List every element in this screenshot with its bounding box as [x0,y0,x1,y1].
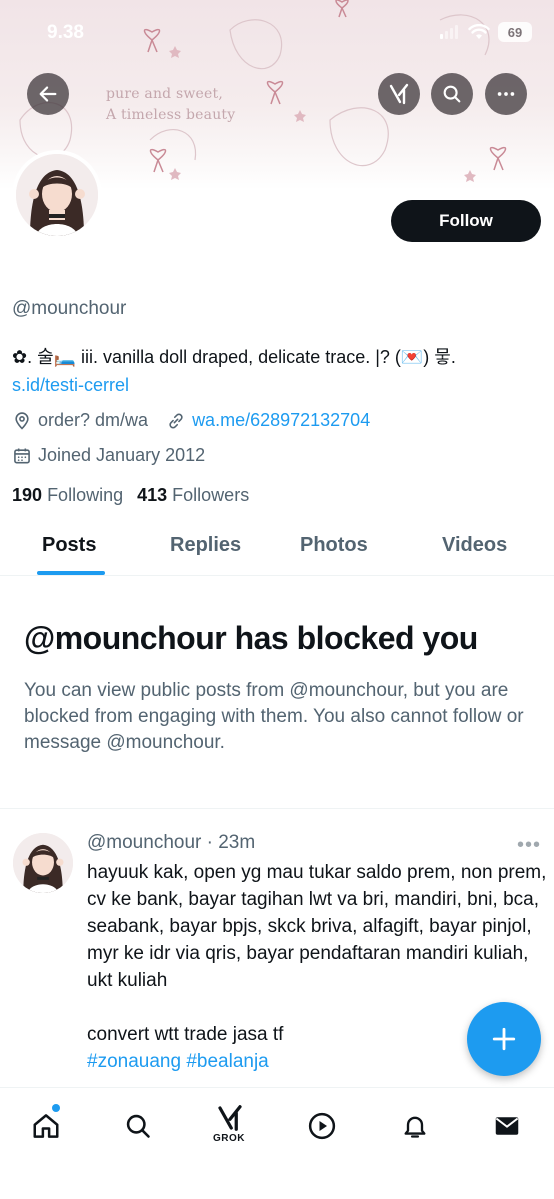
following-count: 190 [12,485,43,505]
profile-joined-row: Joined January 2012 [12,445,205,466]
profile-website[interactable]: wa.me/628972132704 [192,410,370,431]
post-separator: · [201,832,219,853]
nav-video[interactable] [302,1106,342,1146]
nav-search[interactable] [118,1106,158,1146]
followers-count: 413 [137,485,168,505]
post-header: @mounchour · 23m [87,832,255,854]
status-bar: 9.38 69 [0,0,554,62]
play-icon [308,1112,336,1140]
profile-avatar[interactable] [12,150,102,240]
status-icons: 69 [440,22,532,42]
tab-replies[interactable]: Replies [170,534,241,557]
grok-icon [218,1105,242,1131]
search-button[interactable] [431,73,473,115]
nav-grok[interactable] [210,1098,250,1138]
profile-joined: Joined January 2012 [38,445,206,465]
tab-photos[interactable]: Photos [300,534,368,557]
profile-tabs: Posts Replies Photos Videos [0,520,554,576]
signal-icon [440,25,458,39]
search-icon [126,1114,150,1138]
profile-location: order? dm/wa [38,410,149,430]
grok-label: GROK [213,1133,245,1144]
location-icon [12,411,32,431]
notification-dot [52,1104,60,1112]
post-text: hayuuk kak, open yg mau tukar saldo prem… [87,862,547,991]
avatar-image [16,154,98,236]
bio-text: ✿. 술🛏️ iii. vanilla doll draped, delicat… [12,347,456,367]
active-tab-indicator [37,571,105,575]
nav-home[interactable] [26,1106,66,1146]
search-icon [443,85,461,103]
banner-caption-line-2: A timeless beauty [106,107,236,123]
section-divider [0,808,554,809]
follow-counts: 190 Following 413 Followers [12,485,249,506]
wifi-icon [468,24,490,39]
blocked-title: @mounchour has blocked you [24,620,478,656]
battery-indicator: 69 [498,22,532,42]
tab-videos[interactable]: Videos [442,534,507,557]
back-arrow-icon [39,86,57,102]
more-options-button[interactable] [485,73,527,115]
home-icon [33,1114,59,1138]
more-icon [497,92,515,96]
nav-notifications[interactable] [395,1106,435,1146]
grok-icon [389,83,409,105]
profile-handle: @mounchour [12,298,127,319]
following-label: Following [47,485,124,505]
post-hashtag-2[interactable]: #bealanja [186,1051,268,1072]
compose-button[interactable] [467,1002,541,1076]
banner-caption-line-1: pure and sweet, [106,86,223,102]
post-avatar[interactable] [13,833,73,893]
status-time: 9.38 [47,22,84,43]
post-hashtag-1[interactable]: #zonauang [87,1051,181,1072]
post-time: 23m [218,832,256,853]
back-button[interactable] [27,73,69,115]
following-link[interactable]: 190 Following [12,485,123,506]
followers-label: Followers [172,485,250,505]
profile-meta-row: order? dm/wa wa.me/628972132704 [12,410,370,431]
profile-bio: ✿. 술🛏️ iii. vanilla doll draped, delicat… [12,343,547,399]
bio-link[interactable]: s.id/testi-cerrel [12,371,547,399]
bell-icon [404,1116,426,1138]
bottom-navigation: GROK [0,1087,554,1199]
post-more-button[interactable]: ••• [517,834,541,857]
post-author[interactable]: @mounchour [87,832,201,853]
follow-button[interactable]: Follow [391,200,541,242]
blocked-description: You can view public posts from @mounchou… [24,680,524,753]
followers-link[interactable]: 413 Followers [137,485,249,506]
calendar-icon [12,446,32,466]
tab-posts[interactable]: Posts [42,534,96,557]
nav-messages[interactable] [487,1106,527,1146]
banner-caption: pure and sweet, A timeless beauty [106,84,235,126]
envelope-icon [495,1117,519,1135]
plus-icon [492,1027,516,1051]
link-icon [166,411,186,431]
grok-button[interactable] [378,73,420,115]
post-avatar-image [13,833,73,893]
